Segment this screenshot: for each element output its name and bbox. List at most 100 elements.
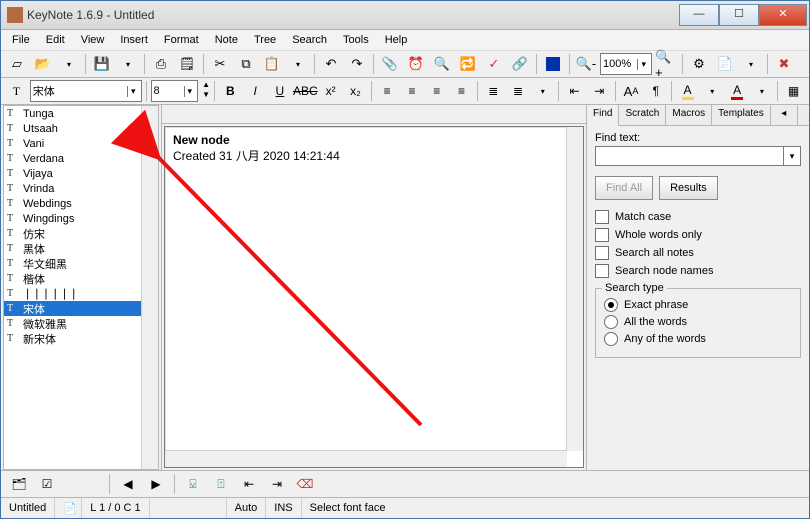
strike-button[interactable]: ABC bbox=[293, 79, 317, 103]
menu-search[interactable]: Search bbox=[285, 32, 334, 48]
menu-note[interactable]: Note bbox=[208, 32, 245, 48]
subscript-button[interactable]: x₂ bbox=[344, 79, 367, 103]
align-left-button[interactable]: ≡ bbox=[376, 79, 399, 103]
superscript-button[interactable]: x² bbox=[319, 79, 342, 103]
font-list-item[interactable]: T❘❘❘❘❘❘ bbox=[4, 286, 158, 301]
results-button[interactable]: Results bbox=[659, 176, 718, 200]
menu-format[interactable]: Format bbox=[157, 32, 206, 48]
exact-phrase-radio[interactable]: Exact phrase bbox=[604, 298, 792, 312]
menu-help[interactable]: Help bbox=[378, 32, 415, 48]
font-color-button[interactable]: A bbox=[726, 79, 749, 103]
misc-button[interactable]: ▦ bbox=[782, 79, 805, 103]
options-button[interactable]: ⚙ bbox=[687, 52, 711, 76]
tree-icons-button[interactable]: ☑ bbox=[35, 472, 59, 496]
delete-button[interactable]: ✖ bbox=[772, 52, 796, 76]
italic-button[interactable]: I bbox=[244, 79, 267, 103]
menu-tools[interactable]: Tools bbox=[336, 32, 376, 48]
menu-tree[interactable]: Tree bbox=[247, 32, 283, 48]
find-all-button[interactable]: Find All bbox=[595, 176, 653, 200]
align-justify-button[interactable]: ≡ bbox=[450, 79, 473, 103]
color-square-button[interactable] bbox=[541, 52, 565, 76]
paste-button[interactable]: 📋 bbox=[260, 52, 284, 76]
font-list-item[interactable]: TWebdings bbox=[4, 196, 158, 211]
numbers-button[interactable]: ≣ bbox=[507, 79, 530, 103]
menu-view[interactable]: View bbox=[74, 32, 112, 48]
font-list-item[interactable]: T新宋体 bbox=[4, 331, 158, 346]
open-button[interactable]: 📂 bbox=[31, 52, 55, 76]
tab-scratch[interactable]: Scratch bbox=[619, 105, 666, 125]
note-tabstrip[interactable] bbox=[162, 105, 586, 124]
findreplace-button[interactable]: 🔁 bbox=[456, 52, 480, 76]
tabs-scroll-left[interactable]: ◂ bbox=[771, 105, 798, 125]
font-list-item[interactable]: T宋体 bbox=[4, 301, 158, 316]
save-button[interactable]: 💾 bbox=[90, 52, 114, 76]
minimize-button[interactable]: — bbox=[679, 4, 719, 26]
font-list-item[interactable]: TTunga bbox=[4, 106, 158, 121]
link-button[interactable]: 🔗 bbox=[508, 52, 532, 76]
font-list-item[interactable]: TVijaya bbox=[4, 166, 158, 181]
undo-button[interactable]: ↶ bbox=[319, 52, 343, 76]
outdent-button[interactable]: ⇤ bbox=[563, 79, 586, 103]
tab-find[interactable]: Find bbox=[587, 105, 619, 126]
font-list-item[interactable]: TVrinda bbox=[4, 181, 158, 196]
maximize-button[interactable]: ☐ bbox=[719, 4, 759, 26]
cut-button[interactable]: ✂ bbox=[208, 52, 232, 76]
font-list-item[interactable]: TUtsaah bbox=[4, 121, 158, 136]
tree-addsibling-button[interactable]: ⍐ bbox=[209, 472, 233, 496]
bold-button[interactable]: B bbox=[219, 79, 242, 103]
font-size-combo[interactable]: 8▾ bbox=[151, 80, 199, 102]
font-list-item[interactable]: TVerdana bbox=[4, 151, 158, 166]
tab-macros[interactable]: Macros bbox=[666, 105, 712, 125]
search-node-names-checkbox[interactable]: Search node names bbox=[595, 264, 801, 278]
note-button[interactable]: 📄 bbox=[713, 52, 737, 76]
nav-next-button[interactable]: ▶ bbox=[144, 472, 168, 496]
font-list-item[interactable]: T华文细黑 bbox=[4, 256, 158, 271]
note-dropdown[interactable]: ▾ bbox=[739, 52, 763, 76]
spell-button[interactable]: ✓ bbox=[482, 52, 506, 76]
alarm-button[interactable]: ⏰ bbox=[404, 52, 428, 76]
zoom-combo[interactable]: 100%▾ bbox=[600, 53, 652, 75]
menu-insert[interactable]: Insert bbox=[113, 32, 155, 48]
font-list-item[interactable]: T楷体 bbox=[4, 271, 158, 286]
font-list-item[interactable]: TVani bbox=[4, 136, 158, 151]
search-all-notes-checkbox[interactable]: Search all notes bbox=[595, 246, 801, 260]
highlight-button[interactable]: A bbox=[676, 79, 699, 103]
font-grow-button[interactable]: AA bbox=[620, 79, 643, 103]
print-button[interactable]: ⎙ bbox=[149, 52, 173, 76]
font-name-combo[interactable]: 宋体▾ bbox=[30, 80, 142, 102]
new-button[interactable]: ▱ bbox=[5, 52, 29, 76]
font-color-dropdown[interactable]: ▾ bbox=[750, 79, 773, 103]
tree-show-button[interactable]: 🗂 bbox=[7, 472, 31, 496]
save-dropdown[interactable]: ▾ bbox=[116, 52, 140, 76]
all-words-radio[interactable]: All the words bbox=[604, 315, 792, 329]
paste-dropdown[interactable]: ▾ bbox=[286, 52, 310, 76]
menu-edit[interactable]: Edit bbox=[39, 32, 72, 48]
indent-button[interactable]: ⇥ bbox=[588, 79, 611, 103]
font-list-item[interactable]: TWingdings bbox=[4, 211, 158, 226]
scrollbar-vertical[interactable] bbox=[566, 127, 583, 451]
clear-format-button[interactable]: ¶ bbox=[644, 79, 667, 103]
size-down-button[interactable]: ▼ bbox=[202, 91, 210, 101]
tree-outdent-button[interactable]: ⇤ bbox=[237, 472, 261, 496]
find-text-input[interactable]: ▾ bbox=[595, 146, 801, 166]
redo-button[interactable]: ↷ bbox=[345, 52, 369, 76]
numbers-dropdown[interactable]: ▾ bbox=[531, 79, 554, 103]
underline-button[interactable]: U bbox=[269, 79, 292, 103]
open-dropdown[interactable]: ▾ bbox=[57, 52, 81, 76]
scrollbar-vertical[interactable] bbox=[141, 106, 158, 469]
copy-button[interactable]: ⧉ bbox=[234, 52, 258, 76]
zoomout-button[interactable]: 🔍- bbox=[574, 52, 598, 76]
menu-file[interactable]: File bbox=[5, 32, 37, 48]
editor[interactable]: New node Created 31 八月 2020 14:21:44 bbox=[165, 127, 583, 467]
find-button[interactable]: 🔍 bbox=[430, 52, 454, 76]
zoomin-button[interactable]: 🔍+ bbox=[654, 52, 678, 76]
align-right-button[interactable]: ≡ bbox=[425, 79, 448, 103]
any-words-radio[interactable]: Any of the words bbox=[604, 332, 792, 346]
highlight-dropdown[interactable]: ▾ bbox=[701, 79, 724, 103]
tree-addchild-button[interactable]: ⍌ bbox=[181, 472, 205, 496]
align-center-button[interactable]: ≡ bbox=[401, 79, 424, 103]
attach-button[interactable]: 📎 bbox=[378, 52, 402, 76]
font-list-item[interactable]: T黑体 bbox=[4, 241, 158, 256]
tab-templates[interactable]: Templates bbox=[712, 105, 771, 125]
match-case-checkbox[interactable]: Match case bbox=[595, 210, 801, 224]
